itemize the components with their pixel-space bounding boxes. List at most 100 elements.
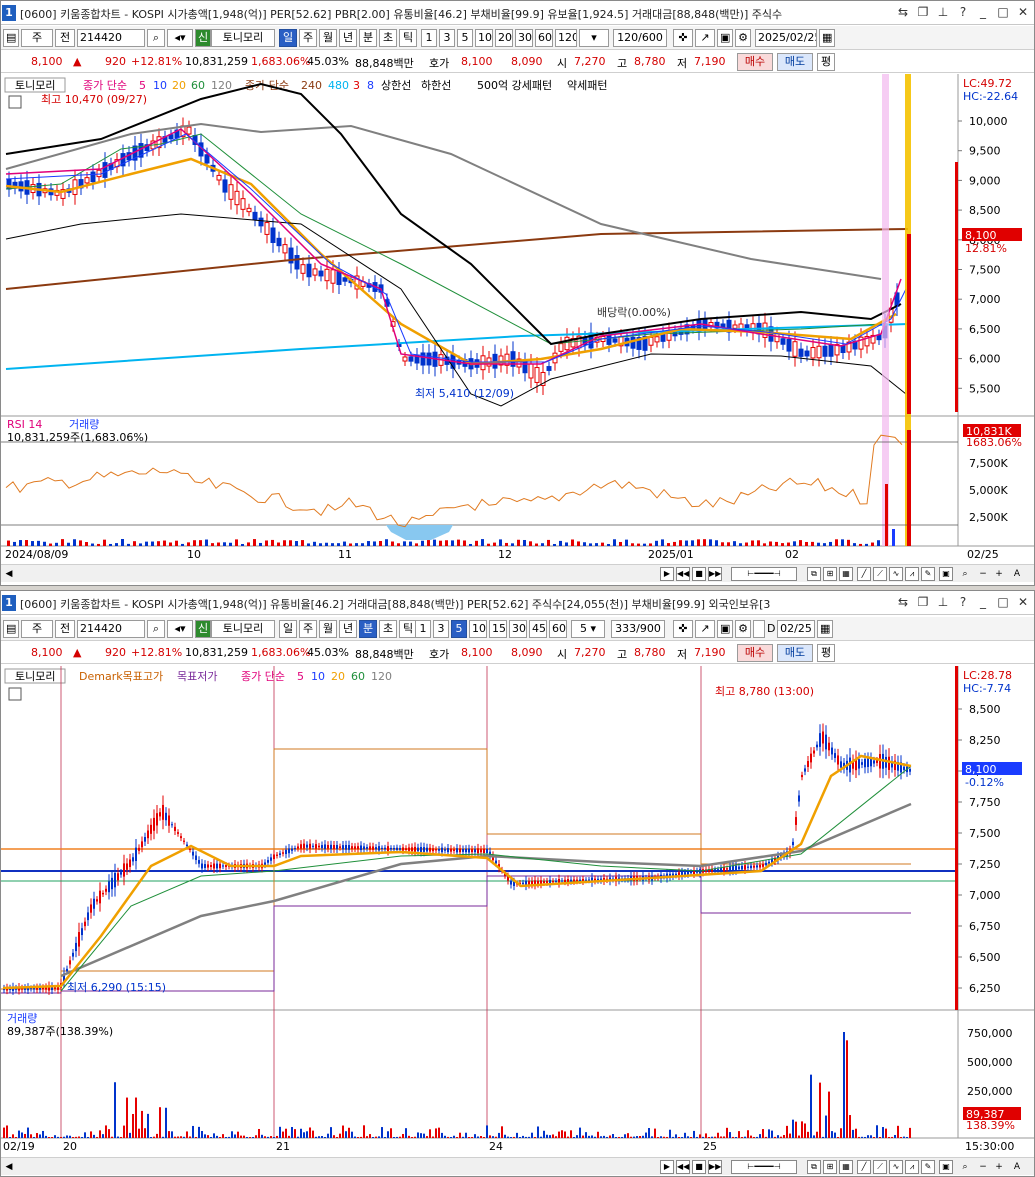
- interval-dropdown[interactable]: 5 ▾: [571, 620, 605, 638]
- avg-button[interactable]: 평: [817, 53, 835, 71]
- scroll-left-icon[interactable]: ◀: [3, 1160, 15, 1174]
- interval-30[interactable]: 30: [515, 29, 533, 47]
- interval-5[interactable]: 5: [451, 620, 467, 638]
- zoom-out-icon[interactable]: −: [977, 1160, 989, 1174]
- period-minute[interactable]: 분: [359, 620, 377, 638]
- count-input[interactable]: 120/600: [613, 29, 667, 47]
- buy-button[interactable]: 매수: [737, 644, 773, 662]
- date-checkbox[interactable]: [753, 620, 765, 638]
- close-icon[interactable]: ✕: [1016, 594, 1030, 610]
- stock-name[interactable]: 토니모리: [211, 620, 275, 638]
- interval-dropdown[interactable]: ▾: [579, 29, 609, 47]
- interval-15[interactable]: 15: [489, 620, 507, 638]
- help-icon[interactable]: ?: [956, 4, 970, 20]
- period-second[interactable]: 초: [379, 29, 397, 47]
- avg-button[interactable]: 평: [817, 644, 835, 662]
- period-week[interactable]: 주: [299, 620, 317, 638]
- calendar-icon[interactable]: ▦: [817, 620, 833, 638]
- scroll-first-icon[interactable]: ◀◀: [676, 1160, 690, 1174]
- minute-price-chart[interactable]: 토니모리 Demark목표고가 목표저가 종가 단순 5 10 20 60 12…: [1, 666, 1034, 1158]
- period-day[interactable]: 일: [279, 620, 297, 638]
- interval-10[interactable]: 10: [475, 29, 493, 47]
- interval-30[interactable]: 30: [509, 620, 527, 638]
- gear-icon[interactable]: ⚙: [735, 620, 751, 638]
- arrows-icon[interactable]: ⇆: [896, 594, 910, 610]
- scroll-left-icon[interactable]: ◀: [3, 567, 15, 581]
- calendar-icon[interactable]: ▦: [819, 29, 835, 47]
- layout-icon[interactable]: ⊞: [823, 567, 837, 581]
- period-month[interactable]: 월: [319, 620, 337, 638]
- copy-icon[interactable]: ⧉: [807, 1160, 821, 1174]
- image-icon[interactable]: ▣: [939, 1160, 953, 1174]
- save-icon[interactable]: ▣: [717, 620, 733, 638]
- pin-icon[interactable]: ⊥: [936, 594, 950, 610]
- minimize-icon[interactable]: _: [976, 4, 990, 20]
- date-input[interactable]: 2025/02/25: [755, 29, 817, 47]
- tools-icon[interactable]: ✜: [673, 620, 693, 638]
- period-day[interactable]: 일: [279, 29, 297, 47]
- code-input[interactable]: 214420: [77, 29, 145, 47]
- help-icon[interactable]: ?: [956, 594, 970, 610]
- menu-icon[interactable]: ▤: [3, 620, 19, 638]
- zoom-out-icon[interactable]: −: [977, 567, 989, 581]
- scroll-last-icon[interactable]: ▶▶: [708, 1160, 722, 1174]
- search-icon[interactable]: ⌕: [147, 620, 165, 638]
- image-icon[interactable]: ▣: [939, 567, 953, 581]
- stock-name[interactable]: 토니모리: [211, 29, 275, 47]
- buy-button[interactable]: 매수: [737, 53, 773, 71]
- maximize-icon[interactable]: □: [996, 4, 1010, 20]
- zoom-in-icon[interactable]: +: [993, 567, 1005, 581]
- scroll-next-icon[interactable]: ▶: [660, 1160, 674, 1174]
- period-minute[interactable]: 분: [359, 29, 377, 47]
- period-year[interactable]: 년: [339, 620, 357, 638]
- speaker-icon[interactable]: ◂▾: [167, 620, 193, 638]
- gear-icon[interactable]: ⚙: [735, 29, 751, 47]
- prev-button[interactable]: 전: [55, 29, 75, 47]
- prev-button[interactable]: 전: [55, 620, 75, 638]
- period-tick[interactable]: 틱: [399, 29, 417, 47]
- pen-tool-icon[interactable]: ✎: [921, 1160, 935, 1174]
- date-input[interactable]: 02/25: [777, 620, 815, 638]
- chart-scrollbar[interactable]: ◀ ▶ ◀◀ ■ ▶▶ ⊢━━━━⊣ ⧉ ⊞ ▦ ╱ ⟋ ∿ ⩘ ✎ ▣ ⌕ −…: [1, 1157, 1034, 1175]
- scroll-next-icon[interactable]: ▶: [660, 567, 674, 581]
- market-select[interactable]: 주: [21, 29, 53, 47]
- draw-icon[interactable]: ↗: [695, 620, 715, 638]
- close-icon[interactable]: ✕: [1016, 4, 1030, 20]
- zoom-search-icon[interactable]: ⌕: [959, 1160, 971, 1174]
- period-second[interactable]: 초: [379, 620, 397, 638]
- tools-icon[interactable]: ✜: [673, 29, 693, 47]
- zoom-in-icon[interactable]: +: [993, 1160, 1005, 1174]
- wave-tool-icon[interactable]: ∿: [889, 567, 903, 581]
- table-icon[interactable]: [8, 687, 22, 701]
- interval-60[interactable]: 60: [549, 620, 567, 638]
- menu-icon[interactable]: ▤: [3, 29, 19, 47]
- speaker-icon[interactable]: ◂▾: [167, 29, 193, 47]
- interval-5[interactable]: 5: [457, 29, 473, 47]
- pen-tool-icon[interactable]: ✎: [921, 567, 935, 581]
- period-month[interactable]: 월: [319, 29, 337, 47]
- layout-icon[interactable]: ⊞: [823, 1160, 837, 1174]
- market-select[interactable]: 주: [21, 620, 53, 638]
- interval-10[interactable]: 10: [469, 620, 487, 638]
- interval-3[interactable]: 3: [433, 620, 449, 638]
- period-week[interactable]: 주: [299, 29, 317, 47]
- draw-tool-icon[interactable]: ╱: [857, 567, 871, 581]
- table-icon[interactable]: [8, 95, 22, 109]
- zoom-search-icon[interactable]: ⌕: [959, 567, 971, 581]
- daily-price-chart[interactable]: 토니모리 종가 단순 5 10 20 60 120 종가 단순 240 480 …: [1, 74, 1034, 564]
- code-input[interactable]: 214420: [77, 620, 145, 638]
- restore-icon[interactable]: ❐: [916, 594, 930, 610]
- sell-button[interactable]: 매도: [777, 53, 813, 71]
- search-icon[interactable]: ⌕: [147, 29, 165, 47]
- interval-120[interactable]: 120: [555, 29, 577, 47]
- scroll-first-icon[interactable]: ◀◀: [676, 567, 690, 581]
- interval-45[interactable]: 45: [529, 620, 547, 638]
- minimize-icon[interactable]: _: [976, 594, 990, 610]
- save-icon[interactable]: ▣: [717, 29, 733, 47]
- stop-icon[interactable]: ■: [692, 1160, 706, 1174]
- zigzag-tool-icon[interactable]: ⩘: [905, 1160, 919, 1174]
- period-year[interactable]: 년: [339, 29, 357, 47]
- sell-button[interactable]: 매도: [777, 644, 813, 662]
- maximize-icon[interactable]: □: [996, 594, 1010, 610]
- line-tool-icon[interactable]: ⟋: [873, 567, 887, 581]
